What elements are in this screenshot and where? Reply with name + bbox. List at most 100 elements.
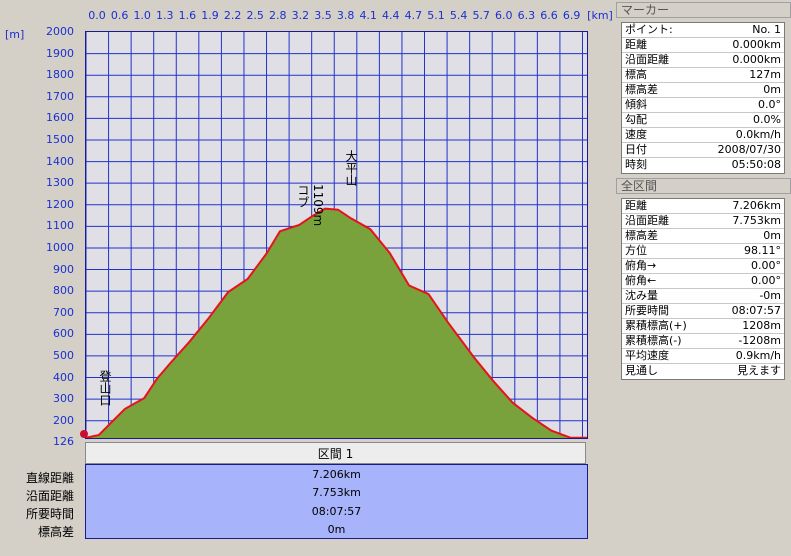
x-tick-label: 5.1 (427, 9, 445, 22)
info-row: ポイント: No. 1 (622, 23, 784, 38)
info-row: 沈み量 -0m (622, 289, 784, 304)
x-tick-label: 5.4 (449, 9, 468, 22)
info-row: 標高差 0m (622, 229, 784, 244)
annotation-summit: 大平山 (344, 150, 358, 186)
info-row: 距離 0.000km (622, 38, 784, 53)
x-tick-label: 1.0 (133, 9, 151, 22)
info-value: 0.9km/h (735, 349, 781, 362)
info-value: 0.0km/h (735, 128, 781, 141)
info-row: 俯角→ 0.00° (622, 259, 784, 274)
x-tick-label: 3.2 (291, 9, 310, 22)
x-tick-label: 1.6 (178, 9, 197, 22)
info-label: 累積標高(-) (625, 334, 682, 347)
info-value: 0.000km (732, 53, 781, 66)
x-axis-unit: [km] (587, 9, 613, 22)
info-label: 傾斜 (625, 98, 647, 111)
info-label: 沈み量 (625, 289, 658, 302)
info-label: 速度 (625, 128, 647, 141)
y-tick-label: 1600 (46, 111, 74, 125)
info-row: 標高差 0m (622, 83, 784, 98)
info-row: 累積標高(-) -1208m (622, 334, 784, 349)
y-tick-label: 700 (53, 305, 74, 319)
y-tick-label: 1400 (46, 154, 74, 168)
info-value: -0m (759, 289, 781, 302)
annotation-kobu-name: コブ (296, 184, 310, 208)
y-tick-label: 900 (53, 262, 74, 276)
info-label: 俯角→ (625, 259, 657, 272)
y-tick-label: 1000 (46, 241, 74, 254)
info-value: 2008/07/30 (717, 143, 781, 156)
info-row: 沿面距離 0.000km (622, 53, 784, 68)
info-value: 0.0° (758, 98, 781, 111)
section-header[interactable]: 区間 1 (85, 442, 586, 464)
info-row: 距離 7.206km (622, 199, 784, 214)
x-tick-label: 4.7 (404, 9, 423, 22)
x-tick-label: 6.0 (495, 9, 513, 22)
info-row: 所要時間 08:07:57 (622, 304, 784, 319)
info-row: 勾配 0.0% (622, 113, 784, 128)
summary-surface-distance: 7.753km (312, 486, 361, 499)
info-label: 所要時間 (625, 304, 669, 317)
info-label: 標高差 (625, 83, 658, 96)
x-tick-label: 1.9 (201, 9, 219, 22)
x-tick-label: 6.9 (562, 9, 581, 22)
summary-straight-distance: 7.206km (312, 468, 361, 481)
info-row: 俯角← 0.00° (622, 274, 784, 289)
info-label: 沿面距離 (625, 53, 669, 66)
info-value: 7.753km (732, 214, 781, 227)
x-tick-label: 0.6 (110, 9, 129, 22)
x-tick-label: 0.0 (88, 9, 106, 22)
x-tick-label: 6.3 (517, 9, 536, 22)
info-value: 08:07:57 (731, 304, 781, 317)
y-tick-label: 1200 (46, 197, 74, 211)
y-tick-label: 500 (53, 349, 74, 362)
y-tick-label: 1700 (46, 89, 74, 103)
x-tick-label: 4.1 (359, 9, 377, 22)
info-value: 05:50:08 (731, 158, 781, 171)
info-label: 見通し (625, 364, 658, 377)
info-row: 平均速度 0.9km/h (622, 349, 784, 364)
info-row: 速度 0.0km/h (622, 128, 784, 143)
x-axis-ticks: [km] 0.0 0.6 1.0 1.3 1.6 1.9 2.2 2.5 2.8 3.2 3.5 3.… (0, 0, 614, 28)
info-label: 俯角← (625, 274, 657, 287)
annotation-kobu-height: 1109m (311, 184, 325, 227)
x-tick-label: 4.4 (382, 9, 400, 22)
info-value: -1208m (738, 334, 781, 347)
info-row: 時刻 05:50:08 (622, 158, 784, 173)
y-tick-label: 2000 (46, 25, 74, 38)
info-row: 標高 127m (622, 68, 784, 83)
total-panel-title: 全区間 (616, 178, 791, 194)
info-label: 方位 (625, 244, 647, 257)
info-label: 日付 (625, 143, 647, 156)
elevation-profile-chart[interactable]: 登山口 1109m コブ 大平山 (85, 31, 588, 439)
info-value: 0.00° (751, 274, 781, 287)
x-tick-label: 5.7 (472, 9, 490, 22)
summary-duration: 08:07:57 (311, 505, 362, 518)
x-tick-label: 2.8 (269, 9, 287, 22)
info-label: 標高 (625, 68, 647, 81)
x-tick-label: 3.8 (336, 9, 355, 22)
y-tick-label: 800 (53, 284, 74, 298)
y-tick-label: 1800 (46, 68, 74, 82)
info-value: 0.000km (732, 38, 781, 51)
summary-label-elevation-diff: 標高差 (37, 525, 74, 539)
section-summary: 7.206km 7.753km 08:07:57 0m (85, 464, 588, 539)
x-tick-label: 2.5 (246, 9, 264, 22)
x-tick-label: 3.5 (314, 9, 332, 22)
annotation-trailhead: 登山口 (98, 370, 112, 406)
y-tick-label: 1900 (46, 46, 74, 60)
summary-label-straight-distance: 直線距離 (25, 471, 74, 485)
marker-panel-title: マーカー (616, 2, 791, 18)
info-label: 標高差 (625, 229, 658, 242)
info-value: 0.0% (753, 113, 781, 126)
marker-panel-table: ポイント: No. 1 距離 0.000km 沿面距離 0.000km 標高 127m 標高差 0… (621, 22, 785, 174)
start-marker-icon[interactable] (80, 430, 88, 438)
y-tick-label: 600 (53, 327, 74, 341)
info-row: 方位 98.11° (622, 244, 784, 259)
info-label: 距離 (625, 38, 647, 51)
total-panel-table: 距離 7.206km 沿面距離 7.753km 標高差 0m 方位 98.11° 俯角→ 0.00… (621, 198, 785, 380)
info-value: 0.00° (751, 259, 781, 272)
info-label: 沿面距離 (625, 214, 669, 227)
info-label: 勾配 (625, 113, 647, 126)
y-tick-label: 200 (53, 413, 74, 427)
